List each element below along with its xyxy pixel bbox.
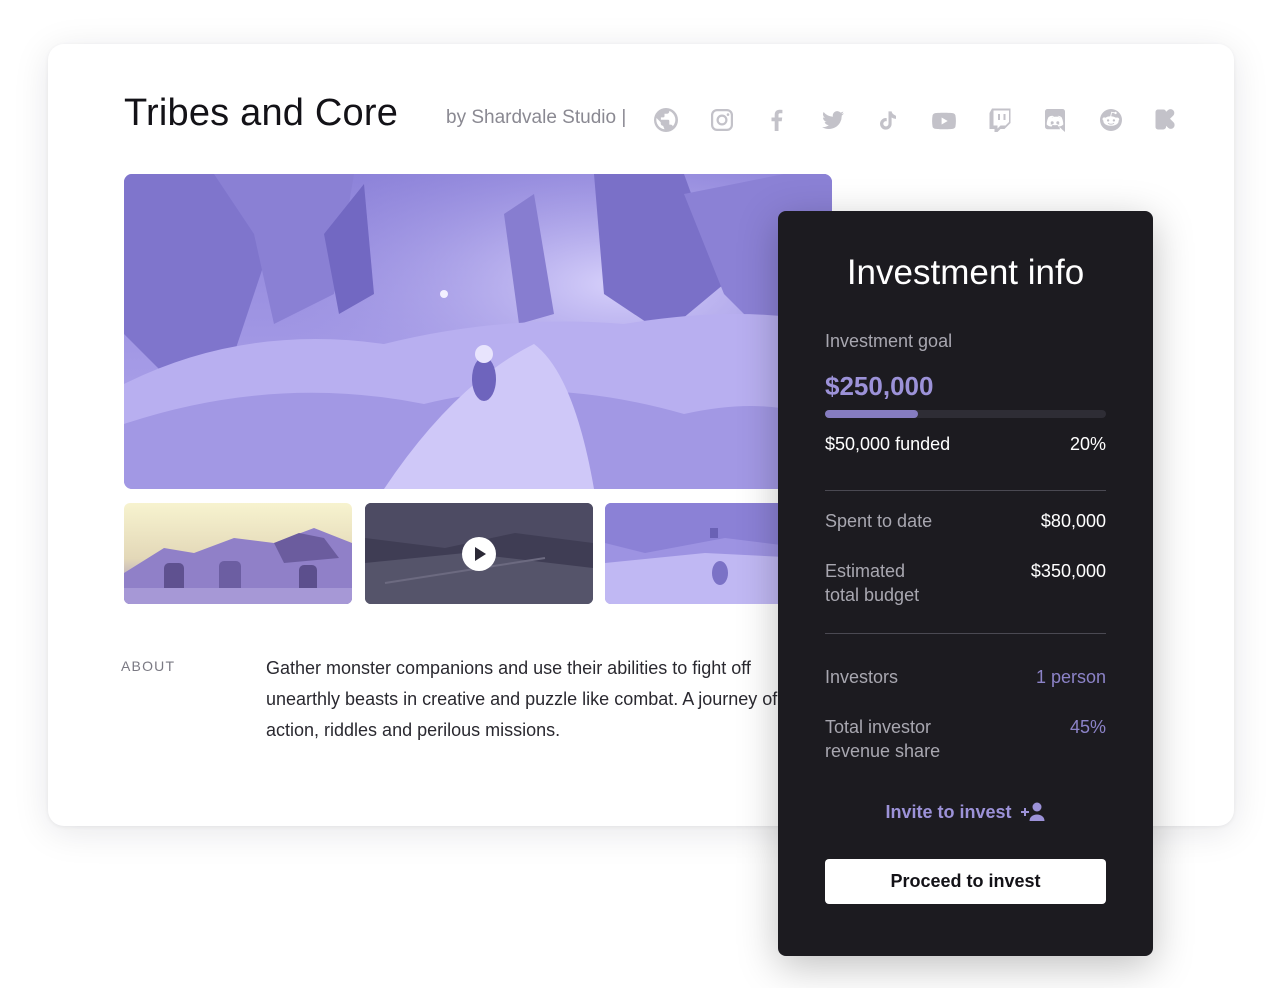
investment-goal-label: Investment goal [825, 331, 953, 351]
instagram-icon[interactable] [706, 104, 762, 136]
spent-label: Spent to date [825, 511, 933, 531]
revshare-label-line1: Total investor [825, 717, 932, 737]
media-thumbnail[interactable] [124, 503, 352, 604]
revshare-label-line2: revenue share [825, 741, 941, 761]
investors-label: Investors [825, 667, 899, 687]
video-thumbnail[interactable] [365, 503, 593, 604]
add-user-icon [1020, 802, 1045, 821]
funded-word: funded [895, 434, 951, 454]
spent-value: $80,000 [1040, 511, 1106, 531]
about-label: ABOUT [121, 658, 176, 674]
about-text: Gather monster companions and use their … [266, 658, 778, 740]
kickstarter-icon[interactable] [1150, 104, 1206, 136]
social-links [650, 104, 1206, 136]
panel-title: Investment info [846, 253, 1085, 292]
funded-value: $50,000 [825, 434, 891, 454]
twitter-icon[interactable] [817, 104, 873, 136]
investors-value[interactable]: 1 person [1036, 665, 1106, 689]
facebook-icon[interactable] [761, 104, 817, 136]
about-section: Gather monster companions and use their … [266, 650, 778, 750]
funded-amount: $50,000 funded [825, 434, 950, 455]
proceed-to-invest-button[interactable]: Proceed to invest [825, 859, 1106, 904]
budget-label-line2: total budget [825, 585, 920, 605]
studio-byline: by Shardvale Studio | [446, 107, 627, 128]
funded-percent: 20% [1069, 434, 1106, 454]
funding-progress-bar [825, 410, 1106, 418]
budget-label-line1: Estimated [825, 561, 906, 581]
investment-goal-amount: $250,000 [825, 371, 934, 401]
divider [825, 633, 1106, 634]
play-icon[interactable] [462, 537, 496, 571]
youtube-icon[interactable] [928, 104, 984, 136]
invite-to-invest-button[interactable]: Invite to invest [778, 801, 1153, 823]
page-title: Tribes and Core [124, 92, 399, 134]
globe-icon[interactable] [650, 104, 706, 136]
funding-progress-fill [825, 410, 918, 418]
media-thumbnail[interactable] [605, 503, 805, 604]
revshare-value: 45% [1069, 717, 1106, 737]
revshare-label: Total investor revenue share [825, 715, 940, 763]
tiktok-icon[interactable] [872, 104, 928, 136]
twitch-icon[interactable] [984, 104, 1040, 136]
invite-label: Invite to invest [885, 801, 1012, 822]
reddit-icon[interactable] [1095, 104, 1151, 136]
investment-panel: Investment info Investment goal $250,000… [778, 211, 1153, 956]
budget-label: Estimated total budget [825, 559, 919, 607]
discord-icon[interactable] [1039, 104, 1095, 136]
hero-media[interactable] [124, 174, 832, 489]
divider [825, 490, 1106, 491]
budget-value: $350,000 [1030, 561, 1106, 581]
